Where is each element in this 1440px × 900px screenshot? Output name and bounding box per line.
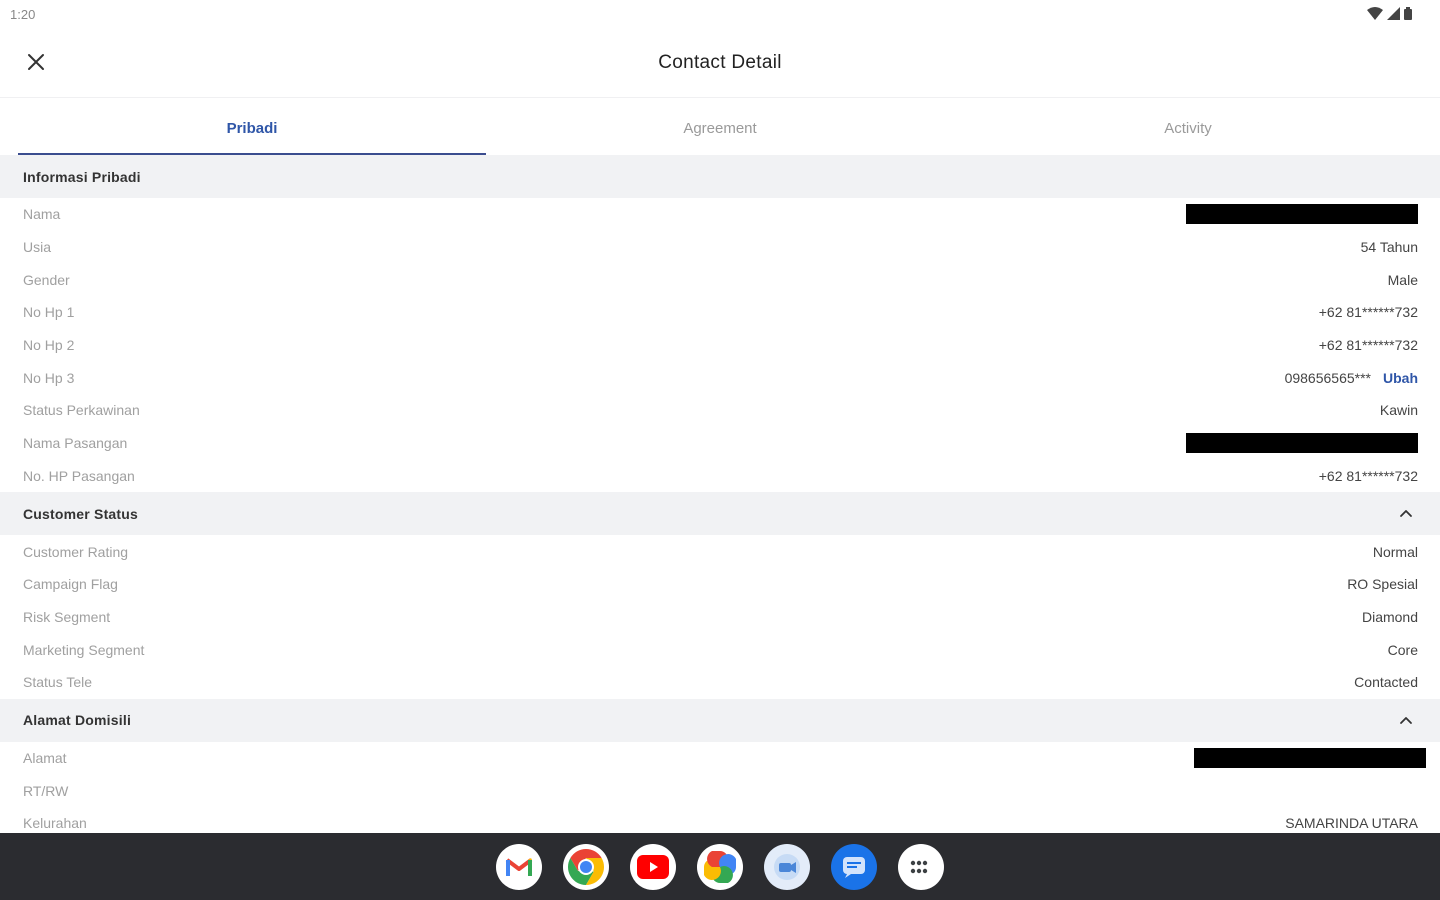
battery-icon bbox=[1404, 7, 1412, 20]
detail-row-usia: Usia 54 Tahun bbox=[0, 231, 1440, 264]
row-label: No Hp 3 bbox=[23, 369, 75, 386]
chevron-up-icon[interactable] bbox=[1396, 710, 1416, 730]
row-label: Marketing Segment bbox=[23, 641, 145, 658]
meet-icon[interactable] bbox=[764, 843, 810, 890]
detail-row-no-hp-1: No Hp 1 +62 81******732 bbox=[0, 296, 1440, 329]
youtube-icon[interactable] bbox=[630, 843, 676, 890]
detail-row-kelurahan: Kelurahan SAMARINDA UTARA bbox=[0, 807, 1440, 833]
row-label: Usia bbox=[23, 239, 52, 256]
detail-row-rt-rw: RT/RW bbox=[0, 774, 1440, 807]
row-label: Kelurahan bbox=[23, 815, 87, 832]
row-label: Status Perkawinan bbox=[23, 402, 140, 419]
section-title: Customer Status bbox=[23, 505, 139, 522]
row-value: Male bbox=[1387, 271, 1418, 288]
row-value: Core bbox=[1387, 641, 1418, 658]
row-value: SAMARINDA UTARA bbox=[1285, 815, 1418, 832]
row-label: No Hp 1 bbox=[23, 304, 75, 321]
row-label: Customer Rating bbox=[23, 543, 129, 560]
detail-row-risk-segment: Risk Segment Diamond bbox=[0, 601, 1440, 634]
row-value: 54 Tahun bbox=[1360, 239, 1418, 256]
detail-row-campaign-flag: Campaign Flag RO Spesial bbox=[0, 568, 1440, 601]
row-label: Nama Pasangan bbox=[23, 435, 128, 452]
row-value bbox=[1194, 747, 1426, 768]
chevron-up-icon[interactable] bbox=[1396, 504, 1416, 524]
row-value: Contacted bbox=[1354, 674, 1418, 691]
row-value: RO Spesial bbox=[1347, 576, 1418, 593]
detail-row-nama: Nama bbox=[0, 198, 1440, 231]
page-title: Contact Detail bbox=[658, 52, 782, 73]
detail-row-nama-pasangan: Nama Pasangan bbox=[0, 427, 1440, 460]
status-icons bbox=[1367, 7, 1412, 20]
row-value: Normal bbox=[1372, 543, 1418, 560]
app-bar: Contact Detail bbox=[0, 30, 1440, 98]
tab-agreement[interactable]: Agreement bbox=[486, 100, 954, 156]
wifi-icon bbox=[1367, 7, 1383, 20]
messages-icon[interactable] bbox=[831, 843, 877, 890]
tab-bar: Pribadi Agreement Activity bbox=[18, 100, 1422, 156]
redacted-value bbox=[1194, 747, 1426, 768]
row-label: Gender bbox=[23, 271, 70, 288]
row-value: Diamond bbox=[1361, 608, 1418, 625]
gmail-icon[interactable] bbox=[496, 843, 542, 890]
row-label: No Hp 2 bbox=[23, 337, 75, 354]
row-label: RT/RW bbox=[23, 782, 69, 799]
section-title: Informasi Pribadi bbox=[23, 168, 141, 185]
section-header-customer-status[interactable]: Customer Status bbox=[0, 492, 1440, 536]
redacted-value bbox=[1186, 433, 1418, 454]
tab-activity[interactable]: Activity bbox=[954, 100, 1422, 156]
section-title: Alamat Domisili bbox=[23, 712, 132, 729]
row-value: 098656565*** Ubah bbox=[1285, 370, 1418, 386]
status-bar: 1:20 bbox=[0, 0, 1440, 30]
detail-row-no-hp-3: No Hp 3 098656565*** Ubah bbox=[0, 361, 1440, 394]
detail-row-gender: Gender Male bbox=[0, 263, 1440, 296]
row-value: +62 81******732 bbox=[1318, 467, 1418, 484]
row-label: Risk Segment bbox=[23, 608, 111, 625]
phone-value: 098656565*** bbox=[1284, 369, 1371, 386]
detail-row-no-hp-2: No Hp 2 +62 81******732 bbox=[0, 329, 1440, 362]
signal-icon bbox=[1387, 7, 1400, 20]
detail-row-alamat: Alamat bbox=[0, 742, 1440, 775]
row-label: Alamat bbox=[23, 749, 67, 766]
detail-row-no-hp-pasangan: No. HP Pasangan +62 81******732 bbox=[0, 460, 1440, 493]
row-label: No. HP Pasangan bbox=[23, 467, 135, 484]
ubah-link[interactable]: Ubah bbox=[1383, 370, 1418, 386]
row-label: Campaign Flag bbox=[23, 576, 118, 593]
row-value: Kawin bbox=[1379, 402, 1418, 419]
detail-row-customer-rating: Customer Rating Normal bbox=[0, 535, 1440, 568]
row-value: +62 81******732 bbox=[1318, 304, 1418, 321]
row-value: +62 81******732 bbox=[1318, 337, 1418, 354]
photos-icon[interactable] bbox=[697, 843, 743, 890]
row-label: Status Tele bbox=[23, 674, 93, 691]
tab-pribadi[interactable]: Pribadi bbox=[18, 100, 486, 156]
row-value bbox=[1186, 204, 1418, 225]
detail-content[interactable]: Informasi Pribadi Nama Usia 54 Tahun Gen… bbox=[0, 155, 1440, 833]
detail-row-status-tele: Status Tele Contacted bbox=[0, 666, 1440, 699]
chrome-icon[interactable] bbox=[563, 843, 609, 890]
section-header-informasi-pribadi: Informasi Pribadi bbox=[0, 155, 1440, 198]
app-launcher-icon[interactable] bbox=[898, 843, 944, 890]
redacted-value bbox=[1186, 204, 1418, 225]
detail-row-marketing-segment: Marketing Segment Core bbox=[0, 633, 1440, 666]
row-value bbox=[1186, 433, 1418, 454]
detail-row-status-perkawinan: Status Perkawinan Kawin bbox=[0, 394, 1440, 427]
taskbar bbox=[0, 833, 1440, 900]
row-label: Nama bbox=[23, 206, 61, 223]
section-header-alamat-domisili[interactable]: Alamat Domisili bbox=[0, 698, 1440, 742]
status-time: 1:20 bbox=[10, 7, 36, 22]
